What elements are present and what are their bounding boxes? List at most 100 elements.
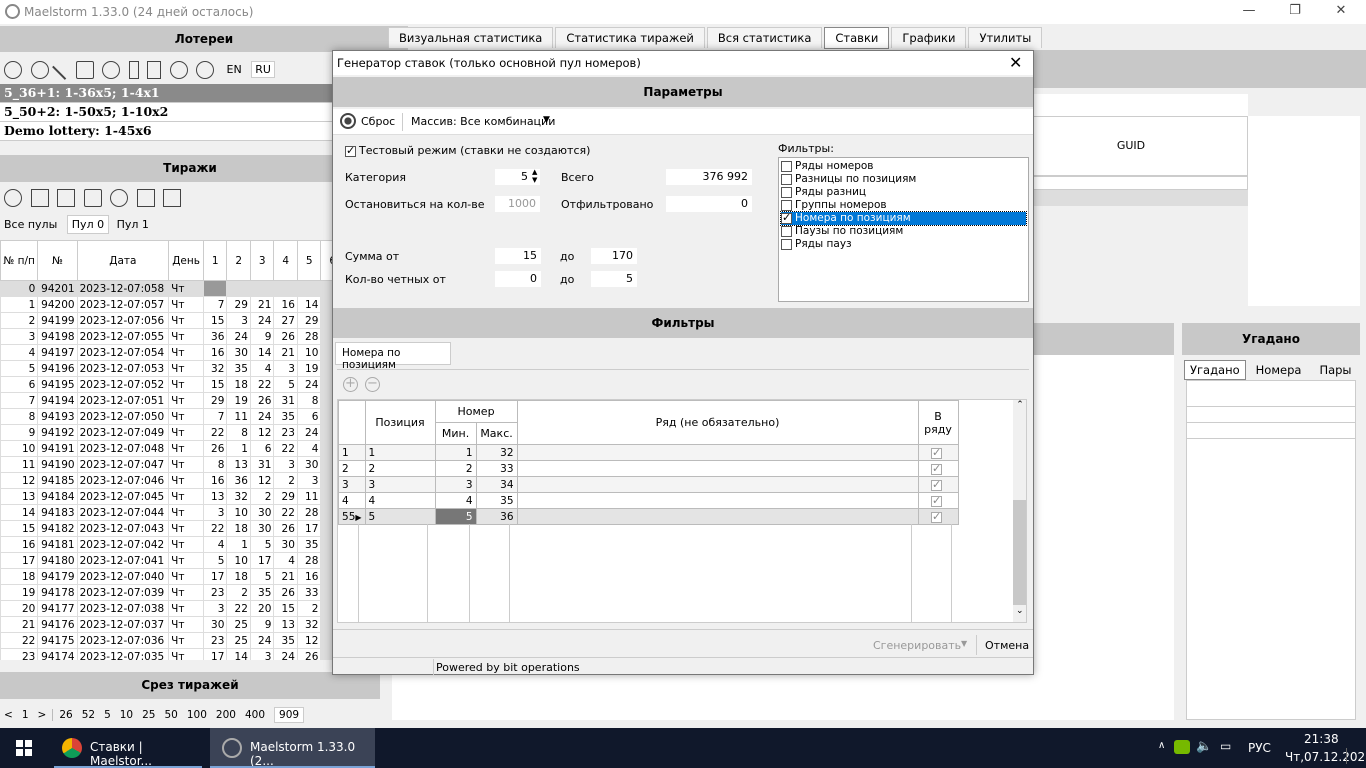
tab-all-pools[interactable]: Все пулы	[4, 218, 57, 231]
filter-option[interactable]: Ряды пауз	[781, 238, 1026, 251]
scrollbar[interactable]: ⌃ ⌄	[1013, 400, 1026, 622]
table-row[interactable]: 9941922023-12-07:049Чт2281223241	[0, 424, 333, 441]
table-row[interactable]: 0 94201 2023-12-07:058 Чт	[0, 280, 333, 297]
lang-en-button[interactable]: EN	[227, 63, 242, 76]
checkbox-icon[interactable]	[931, 462, 943, 475]
table-row[interactable]: 22941752023-12-07:036Чт23252435121	[0, 632, 333, 649]
table-row[interactable]: 23941742023-12-07:035Чт1714324261	[0, 648, 333, 660]
table-row[interactable]: 19941782023-12-07:039Чт2323526332	[0, 584, 333, 601]
taskbar-app-maelstorm[interactable]: Maelstorm 1.33.0 (2...	[210, 728, 375, 768]
remove-icon[interactable]	[102, 61, 120, 79]
table-row[interactable]: 2 2 2 33	[338, 460, 959, 477]
tree-icon[interactable]	[147, 61, 161, 79]
pin-icon[interactable]	[128, 61, 139, 79]
tab-guessed[interactable]: Угадано	[1184, 360, 1246, 380]
in-row-cell[interactable]	[917, 444, 959, 461]
row-cell[interactable]	[516, 460, 919, 477]
generate-dropdown-icon[interactable]: ▼	[961, 639, 967, 648]
filter-option[interactable]: Ряды номеров	[781, 160, 1026, 173]
remove-icon[interactable]	[110, 189, 128, 207]
table-cell[interactable]: 34	[475, 476, 518, 493]
checkbox-icon[interactable]	[781, 199, 792, 211]
lottery-item[interactable]: 5_36+1: 1-36x5; 1-4x1	[0, 84, 333, 103]
checkbox-icon[interactable]	[781, 186, 792, 198]
in-row-cell[interactable]	[917, 492, 959, 509]
table-row[interactable]: 21941762023-12-07:037Чт3025913322	[0, 616, 333, 633]
main-tab[interactable]: Вся статистика	[706, 27, 823, 48]
main-tab[interactable]: Утилиты	[968, 27, 1043, 48]
table-cell[interactable]: 32	[475, 444, 518, 461]
add-icon[interactable]	[30, 61, 49, 79]
even-from-input[interactable]: 0	[494, 270, 542, 288]
in-row-cell[interactable]	[917, 508, 959, 525]
lottery-item[interactable]: 5_50+2: 1-50x5; 1-10x2	[0, 103, 333, 122]
filter-option[interactable]: Номера по позициям	[780, 211, 1027, 226]
tray-chevron-icon[interactable]: ∧	[1158, 740, 1165, 751]
checkbox-icon[interactable]	[931, 478, 943, 491]
table-row[interactable]: 4941972023-12-07:054Чт16301421103	[0, 344, 333, 361]
checkbox-icon[interactable]	[931, 510, 943, 523]
tab-numbers[interactable]: Номера	[1248, 361, 1310, 379]
checkbox-icon[interactable]	[931, 446, 943, 459]
table-row[interactable]: 6941952023-12-07:052Чт1518225242	[0, 376, 333, 393]
draws-column-header[interactable]: № п/п	[0, 240, 39, 281]
row-cell[interactable]	[516, 476, 919, 493]
row-cell[interactable]	[516, 508, 919, 525]
minimize-button[interactable]: —	[1226, 0, 1272, 24]
slice-option[interactable]: 5	[104, 709, 111, 721]
upload-icon[interactable]	[163, 189, 181, 207]
table-cell[interactable]: 35	[475, 492, 518, 509]
help-icon[interactable]	[169, 61, 188, 79]
table-row[interactable]: 2941992023-12-07:056Чт1532427291	[0, 312, 333, 329]
slice-option[interactable]: 25	[142, 709, 155, 721]
checkbox-icon[interactable]	[781, 160, 792, 172]
refresh-icon[interactable]	[4, 189, 22, 207]
main-tab[interactable]: Статистика тиражей	[555, 27, 705, 48]
table-row[interactable]: 3 3 3 34	[338, 476, 959, 493]
slice-option[interactable]: 100	[187, 709, 207, 721]
edit-icon[interactable]	[83, 189, 102, 207]
draws-column-header[interactable]: 1	[202, 240, 228, 281]
checkbox-icon[interactable]	[781, 211, 792, 224]
slice-option[interactable]: 26	[52, 709, 73, 721]
table-cell[interactable]: 4	[434, 492, 477, 509]
filter-option[interactable]: Ряды разниц	[781, 186, 1026, 199]
draws-column-header[interactable]: 2	[226, 240, 251, 281]
refresh-icon[interactable]	[4, 61, 22, 79]
table-row[interactable]: 1 1 1 32	[338, 444, 959, 461]
tab-pool-0[interactable]: Пул 0	[66, 215, 110, 234]
tab-pairs[interactable]: Пары	[1311, 361, 1359, 379]
dialog-close-icon[interactable]: ✕	[1009, 53, 1022, 72]
draws-column-header[interactable]: 5	[296, 240, 322, 281]
in-row-cell[interactable]	[917, 476, 959, 493]
guid-row[interactable]	[1014, 190, 1248, 206]
slice-option[interactable]: 10	[120, 709, 133, 721]
draws-column-header[interactable]: Дата	[76, 240, 170, 281]
table-row[interactable]: 8941932023-12-07:050Чт711243562	[0, 408, 333, 425]
table-row[interactable]: 4 4 4 35	[338, 492, 959, 509]
table-row[interactable]: 14941832023-12-07:044Чт3103022282	[0, 504, 333, 521]
scrollbar-thumb[interactable]	[1013, 500, 1026, 605]
spinner-arrows-icon[interactable]: ▲ ▼	[532, 168, 537, 184]
in-row-cell[interactable]	[917, 460, 959, 477]
filter-option[interactable]: Группы номеров	[781, 199, 1026, 212]
copy-icon[interactable]	[57, 189, 75, 207]
lottery-item[interactable]: Demo lottery: 1-45x6	[0, 122, 333, 141]
slice-option[interactable]: 50	[165, 709, 178, 721]
tab-numbers-by-position[interactable]: Номера по позициям	[335, 342, 451, 371]
table-row[interactable]: 1942002023-12-07:057Чт7292116142	[0, 296, 333, 313]
table-cell[interactable]: 5	[434, 508, 477, 525]
table-cell[interactable]: 1	[434, 444, 477, 461]
checkbox-icon[interactable]	[781, 225, 792, 237]
sort-icon[interactable]	[30, 189, 49, 207]
main-tab[interactable]: Ставки	[824, 27, 890, 49]
draws-column-header[interactable]: №	[37, 240, 78, 281]
row-cell[interactable]	[516, 492, 919, 509]
edit-icon[interactable]	[75, 61, 94, 79]
array-dropdown[interactable]: Массив: Все комбинации	[411, 115, 555, 128]
slice-option[interactable]: 200	[216, 709, 236, 721]
clock-time[interactable]: 21:38	[1304, 732, 1339, 746]
remove-row-icon[interactable]: −	[365, 377, 380, 392]
table-cell[interactable]: 2	[364, 460, 436, 477]
network-icon[interactable]: ▭	[1220, 739, 1231, 753]
